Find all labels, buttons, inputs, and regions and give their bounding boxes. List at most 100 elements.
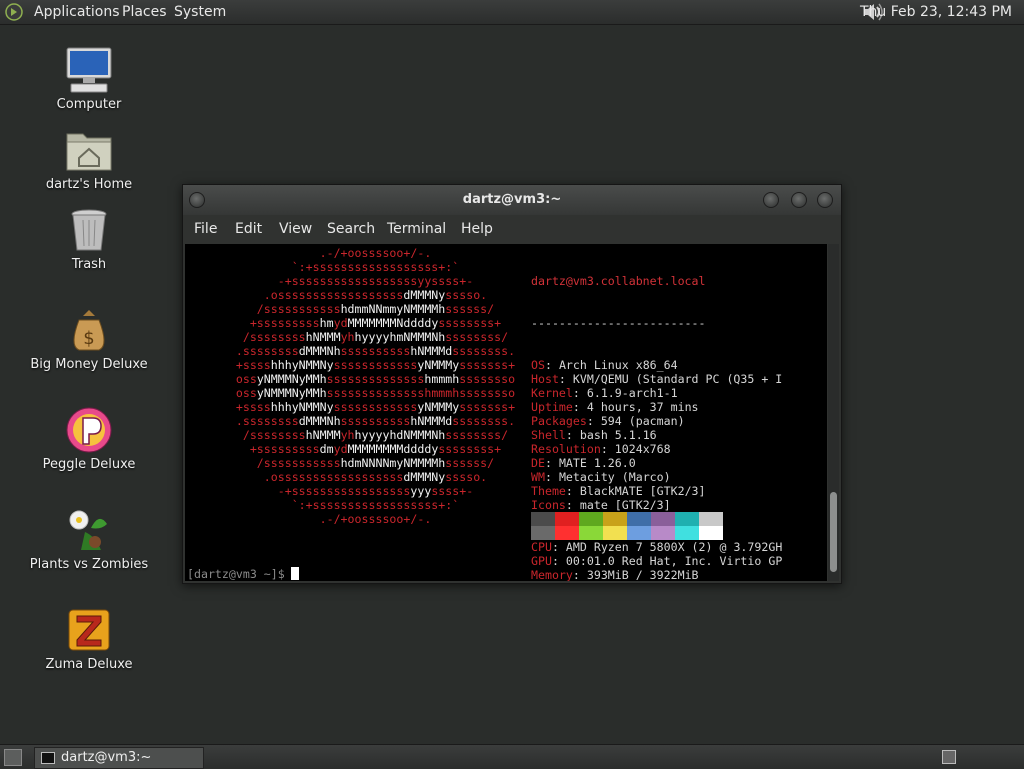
desktop-icon-zuma[interactable]: Zuma Deluxe xyxy=(18,606,160,672)
system-info-value: 1024x768 xyxy=(614,442,671,456)
system-info-key: Kernel xyxy=(531,386,573,400)
system-info-row: WM: Metacity (Marco) xyxy=(531,470,671,484)
color-swatch xyxy=(651,526,675,540)
menu-system[interactable]: System xyxy=(174,3,226,21)
taskbar-button-terminal[interactable]: dartz@vm3:~ xyxy=(34,747,204,769)
scrollbar-thumb[interactable] xyxy=(830,492,837,572)
color-swatch xyxy=(675,512,699,526)
color-swatch xyxy=(531,512,555,526)
terminal-window[interactable]: dartz@vm3:~ File Edit View Search Termin… xyxy=(182,184,842,584)
system-info-key: Resolution xyxy=(531,442,601,456)
desktop-icon-label: dartz's Home xyxy=(45,177,133,192)
system-info-value: MATE 1.26.0 xyxy=(558,456,636,470)
top-panel: Applications Places System Thu Feb 23, 1… xyxy=(0,0,1024,25)
system-info-key: Memory xyxy=(531,568,573,581)
system-info-key: OS xyxy=(531,358,545,372)
color-swatch xyxy=(579,526,603,540)
system-info-row: Host: KVM/QEMU (Standard PC (Q35 + I xyxy=(531,372,783,386)
system-info-row: Kernel: 6.1.9-arch1-1 xyxy=(531,386,678,400)
system-info-value: AMD Ryzen 7 5800X (2) @ 3.792GH xyxy=(565,540,783,554)
system-info-row: Uptime: 4 hours, 37 mins xyxy=(531,400,699,414)
color-swatch xyxy=(627,512,651,526)
color-swatch xyxy=(651,512,675,526)
system-info-key: DE xyxy=(531,456,545,470)
color-swatch xyxy=(531,526,555,540)
menu-places[interactable]: Places xyxy=(122,3,167,21)
desktop-icon-label: Trash xyxy=(71,257,107,272)
svg-text:$: $ xyxy=(83,328,94,349)
window-titlebar[interactable]: dartz@vm3:~ xyxy=(183,185,841,215)
terminal-scrollbar[interactable] xyxy=(828,244,839,581)
system-info-header: dartz@vm3.collabnet.local xyxy=(531,274,706,288)
show-desktop-icon[interactable] xyxy=(4,749,22,766)
system-info-key: Shell xyxy=(531,428,566,442)
computer-icon xyxy=(66,47,112,93)
system-info-key: Icons xyxy=(531,498,566,512)
zuma-icon xyxy=(68,609,110,651)
system-info-row: Theme: BlackMATE [GTK2/3] xyxy=(531,484,706,498)
menu-view[interactable]: View xyxy=(279,221,312,237)
desktop-icon-trash[interactable]: Trash xyxy=(18,206,160,272)
clock[interactable]: Thu Feb 23, 12:43 PM xyxy=(860,3,1012,21)
maximize-button[interactable] xyxy=(791,192,807,208)
menu-search[interactable]: Search xyxy=(327,221,375,237)
arch-logo-ascii: .-/+oossssoo+/-. `:+ssssssssssssssssss+:… xyxy=(235,246,516,526)
system-info-row: Shell: bash 5.1.16 xyxy=(531,428,657,442)
prompt-text: [dartz@vm3 ~]$ xyxy=(187,567,285,581)
system-info-value: mate [GTK2/3] xyxy=(579,498,671,512)
system-info-key: Host xyxy=(531,372,559,386)
terminal-output[interactable]: .-/+oossssoo+/-. `:+ssssssssssssssssss+:… xyxy=(185,244,827,581)
system-info-key: WM xyxy=(531,470,545,484)
color-swatch xyxy=(603,526,627,540)
money-bag-icon: $ xyxy=(73,310,105,351)
system-info-row: GPU: 00:01.0 Red Hat, Inc. Virtio GP xyxy=(531,554,783,568)
mate-logo-icon[interactable] xyxy=(5,3,23,21)
workspace-switcher[interactable] xyxy=(942,750,956,764)
menu-edit[interactable]: Edit xyxy=(235,221,262,237)
desktop-icon-label: Zuma Deluxe xyxy=(45,657,133,672)
system-info-value: 6.1.9-arch1-1 xyxy=(586,386,678,400)
system-info-value: 393MiB / 3922MiB xyxy=(586,568,699,581)
system-info-key: Packages xyxy=(531,414,587,428)
bottom-panel: dartz@vm3:~ xyxy=(0,744,1024,769)
color-swatch xyxy=(699,526,723,540)
system-info-value: 00:01.0 Red Hat, Inc. Virtio GP xyxy=(565,554,783,568)
system-info-value: Arch Linux x86_64 xyxy=(558,358,678,372)
system-info-value: Metacity (Marco) xyxy=(558,470,671,484)
desktop-icon-label: Big Money Deluxe xyxy=(30,357,148,372)
desktop-icon-big-money[interactable]: $ Big Money Deluxe xyxy=(18,306,160,372)
color-swatch xyxy=(627,526,651,540)
desktop-icon-computer[interactable]: Computer xyxy=(18,46,160,112)
system-info-value: BlackMATE [GTK2/3] xyxy=(579,484,706,498)
system-info-row: OS: Arch Linux x86_64 xyxy=(531,358,678,372)
color-swatch xyxy=(675,526,699,540)
system-info-key: Theme xyxy=(531,484,566,498)
home-folder-icon xyxy=(66,133,112,171)
menu-terminal[interactable]: Terminal xyxy=(387,221,446,237)
menu-applications[interactable]: Applications xyxy=(34,3,120,21)
system-info-key: GPU xyxy=(531,554,552,568)
menu-help[interactable]: Help xyxy=(461,221,493,237)
minimize-button[interactable] xyxy=(763,192,779,208)
color-palette-bright xyxy=(531,526,723,540)
system-info-row: DE: MATE 1.26.0 xyxy=(531,456,636,470)
system-info-key: CPU xyxy=(531,540,552,554)
plants-icon xyxy=(69,510,107,550)
window-menubar: File Edit View Search Terminal Help xyxy=(183,215,841,243)
desktop-icon-home[interactable]: dartz's Home xyxy=(18,126,160,192)
system-info-row: CPU: AMD Ryzen 7 5800X (2) @ 3.792GH xyxy=(531,540,783,554)
system-info-value: bash 5.1.16 xyxy=(579,428,657,442)
desktop-icon-plants[interactable]: Plants vs Zombies xyxy=(18,506,160,572)
color-swatch xyxy=(579,512,603,526)
system-info-row: Packages: 594 (pacman) xyxy=(531,414,685,428)
shell-prompt[interactable]: [dartz@vm3 ~]$ xyxy=(187,567,299,581)
system-info-separator: ------------------------- xyxy=(531,316,706,330)
system-info-value: 4 hours, 37 mins xyxy=(586,400,699,414)
menu-file[interactable]: File xyxy=(194,221,217,237)
system-info-value: 594 (pacman) xyxy=(600,414,685,428)
desktop-icon-label: Peggle Deluxe xyxy=(42,457,136,472)
desktop-icon-peggle[interactable]: Peggle Deluxe xyxy=(18,406,160,472)
color-swatch xyxy=(603,512,627,526)
close-button[interactable] xyxy=(817,192,833,208)
system-info-row: Icons: mate [GTK2/3] xyxy=(531,498,671,512)
